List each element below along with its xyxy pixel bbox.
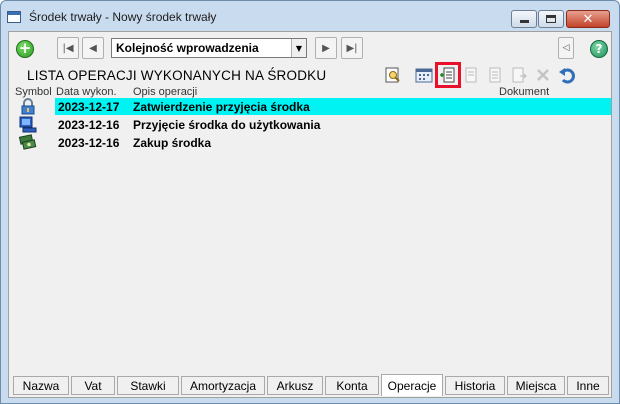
triangle-left-icon: ◁ <box>562 43 570 53</box>
tab-nazwa[interactable]: Nazwa <box>13 376 69 395</box>
last-record-button[interactable]: ▶| <box>341 37 363 59</box>
tab-label: Miejsca <box>515 378 557 393</box>
app-icon <box>7 11 21 23</box>
tab-label: Historia <box>454 378 496 393</box>
calendar-icon <box>415 68 433 83</box>
minimize-icon <box>519 20 529 23</box>
document-edit-icon <box>465 67 477 83</box>
chevron-down-icon[interactable]: ▼ <box>291 39 306 57</box>
document-export-icon <box>512 67 527 83</box>
lock-icon <box>19 98 37 115</box>
tab-label: Inne <box>576 378 600 393</box>
next-icon: ▶ <box>322 42 330 54</box>
last-icon: ▶| <box>346 42 358 54</box>
column-header-date[interactable]: Data wykon. <box>56 86 117 98</box>
tab-label: Nazwa <box>22 378 60 393</box>
add-operation-button[interactable] <box>435 62 461 88</box>
preview-icon <box>385 67 400 83</box>
help-button[interactable]: ? <box>587 37 611 61</box>
add-button[interactable]: + <box>13 37 37 61</box>
delete-icon <box>537 69 549 81</box>
sort-order-value: Kolejność wprowadzenia <box>116 41 259 55</box>
minimize-button[interactable] <box>511 10 537 28</box>
column-header-document[interactable]: Dokument <box>499 86 549 98</box>
delete-operation-button[interactable] <box>532 64 554 86</box>
table-row[interactable]: 2023-12-16 Zakup środka <box>9 134 611 151</box>
table-row[interactable]: 2023-12-16 Przyjęcie środka do użytkowan… <box>9 116 611 133</box>
document-add-icon <box>440 67 455 83</box>
collapse-panel-button[interactable]: ◁ <box>558 37 574 59</box>
column-header-description[interactable]: Opis operacji <box>133 86 197 98</box>
row-description: Przyjęcie środka do użytkowania <box>133 118 321 132</box>
tab-stawki[interactable]: Stawki <box>117 376 179 395</box>
row-date: 2023-12-17 <box>58 100 120 114</box>
preview-button[interactable] <box>382 64 404 86</box>
document-icon <box>489 67 501 83</box>
tab-arkusz[interactable]: Arkusz <box>267 376 323 395</box>
next-record-button[interactable]: ▶ <box>315 37 337 59</box>
tab-label: Stawki <box>130 378 166 393</box>
row-date: 2023-12-16 <box>58 118 120 132</box>
tab-label: Konta <box>336 378 368 393</box>
previous-record-button[interactable]: ◀ <box>82 37 104 59</box>
undo-button[interactable] <box>556 64 578 86</box>
tab-historia[interactable]: Historia <box>445 376 505 395</box>
plus-icon: + <box>16 40 34 58</box>
bottom-tabs: Nazwa Vat Stawki Amortyzacja Arkusz Kont… <box>13 374 609 396</box>
tab-operacje[interactable]: Operacje <box>381 374 443 396</box>
maximize-button[interactable] <box>538 10 564 28</box>
tab-label: Amortyzacja <box>189 378 257 393</box>
sort-order-select[interactable]: Kolejność wprowadzenia ▼ <box>111 38 307 58</box>
calendar-button[interactable] <box>413 64 435 86</box>
list-title: LISTA OPERACJI WYKONANYCH NA ŚRODKU <box>27 68 327 83</box>
money-icon <box>18 134 37 151</box>
tab-miejsca[interactable]: Miejsca <box>507 376 565 395</box>
tab-konta[interactable]: Konta <box>325 376 379 395</box>
content-area: + |◀ ◀ Kolejność wprowadzenia ▼ ▶ ▶| ◁ ?… <box>8 31 612 398</box>
tab-amortyzacja[interactable]: Amortyzacja <box>181 376 265 395</box>
row-description: Zakup środka <box>133 136 212 150</box>
window-title: Środek trwały - Nowy środek trwały <box>29 10 217 24</box>
computer-icon <box>19 116 37 133</box>
tab-label: Arkusz <box>276 378 314 393</box>
view-operation-button[interactable] <box>484 64 506 86</box>
edit-operation-button[interactable] <box>460 64 482 86</box>
close-button[interactable]: ✕ <box>566 10 610 28</box>
row-date: 2023-12-16 <box>58 136 120 150</box>
tab-label: Operacje <box>387 378 437 393</box>
window: Środek trwały - Nowy środek trwały ✕ + |… <box>0 0 620 404</box>
row-description: Zatwierdzenie przyjęcia środka <box>133 100 310 114</box>
tab-label: Vat <box>84 378 102 393</box>
undo-icon <box>559 68 575 84</box>
column-header-symbol[interactable]: Symbol <box>15 86 52 98</box>
title-bar[interactable]: Środek trwały - Nowy środek trwały ✕ <box>1 1 619 31</box>
tab-vat[interactable]: Vat <box>71 376 115 395</box>
first-record-button[interactable]: |◀ <box>57 37 79 59</box>
table-row[interactable]: 2023-12-17 Zatwierdzenie przyjęcia środk… <box>9 98 611 115</box>
close-icon: ✕ <box>582 11 594 27</box>
tab-inne[interactable]: Inne <box>567 376 609 395</box>
previous-icon: ◀ <box>89 42 97 54</box>
export-operation-button[interactable] <box>508 64 530 86</box>
help-icon: ? <box>590 40 608 58</box>
operations-list[interactable]: 2023-12-17 Zatwierdzenie przyjęcia środk… <box>9 98 611 368</box>
first-icon: |◀ <box>62 42 74 54</box>
maximize-icon <box>546 15 556 23</box>
